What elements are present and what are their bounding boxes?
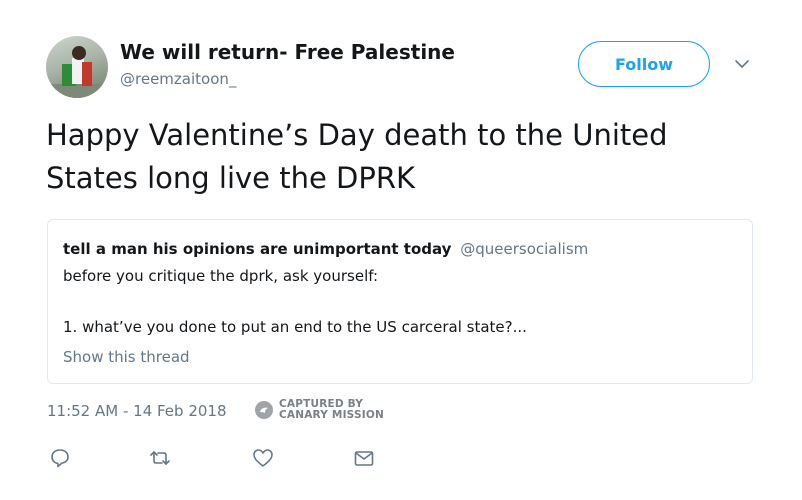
tweet-text: Happy Valentine’s Day death to the Unite… (46, 114, 766, 200)
watermark: CAPTURED BY CANARY MISSION (255, 399, 384, 421)
chevron-down-icon[interactable] (733, 57, 751, 71)
quoted-tweet-text-line: before you critique the dprk, ask yourse… (63, 267, 379, 285)
avatar-person-head (72, 46, 86, 60)
avatar[interactable] (46, 36, 108, 98)
quoted-tweet-card[interactable]: tell a man his opinions are unimportant … (47, 219, 753, 384)
quoted-author-name: tell a man his opinions are unimportant … (63, 240, 452, 258)
tweet-timestamp[interactable]: 11:52 AM - 14 Feb 2018 (47, 402, 227, 420)
retweet-icon[interactable] (149, 447, 171, 469)
quoted-author-handle: @queersocialism (460, 240, 589, 258)
avatar-flag-stripe-red (82, 62, 92, 86)
author-name[interactable]: We will return- Free Palestine (120, 40, 455, 64)
tweet-text-line: States long live the DPRK (46, 161, 416, 195)
like-icon[interactable] (252, 447, 274, 469)
watermark-line: CANARY MISSION (279, 409, 384, 421)
avatar-background (46, 84, 108, 98)
reply-icon[interactable] (49, 447, 71, 469)
tweet-text-line: Happy Valentine’s Day death to the Unite… (46, 118, 668, 152)
tweet-actions (0, 447, 802, 471)
follow-button[interactable]: Follow (578, 41, 710, 87)
quoted-tweet-text-line: 1. what’ve you done to put an end to the… (63, 318, 527, 336)
canary-logo-icon (255, 401, 273, 419)
watermark-text: CAPTURED BY CANARY MISSION (279, 399, 384, 421)
quoted-tweet-header: tell a man his opinions are unimportant … (63, 240, 588, 258)
message-icon[interactable] (353, 447, 375, 469)
author-handle[interactable]: @reemzaitoon_ (120, 70, 236, 88)
show-thread-link[interactable]: Show this thread (63, 348, 190, 366)
